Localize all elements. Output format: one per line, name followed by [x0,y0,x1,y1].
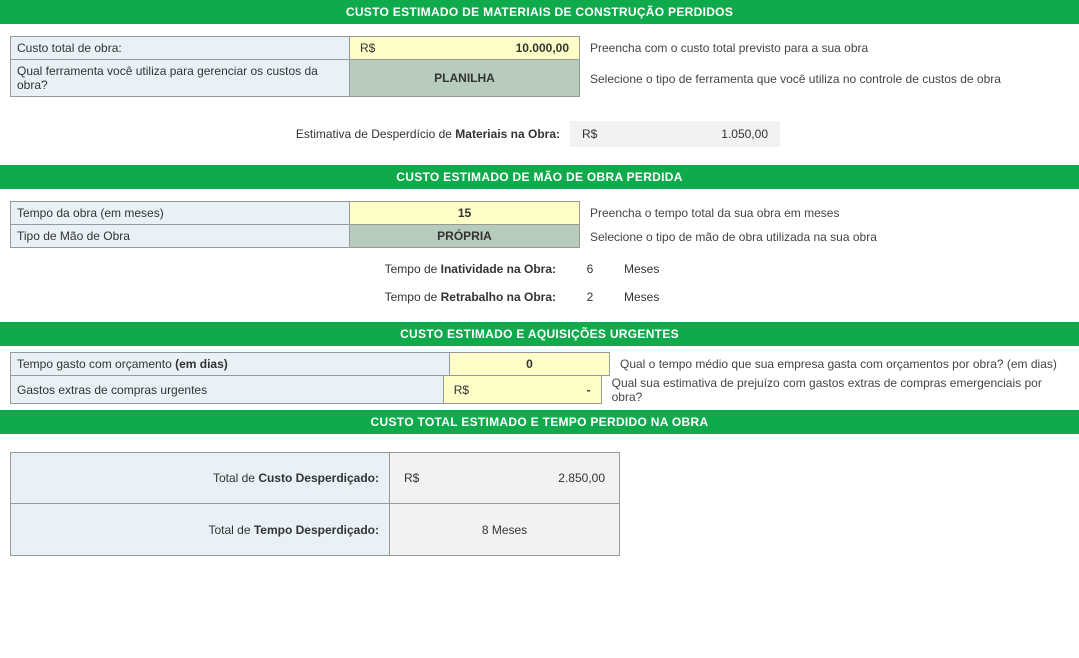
label-ferramenta: Qual ferramenta você utiliza para gerenc… [10,60,350,97]
hint-gastos-extras: Qual sua estimativa de prejuízo com gast… [602,376,1069,404]
label-gastos-extras: Gastos extras de compras urgentes [10,376,444,404]
value-custo-total: 10.000,00 [516,41,569,55]
label-tipo-mao-obra: Tipo de Mão de Obra [10,225,350,248]
value-total-tempo: 8 Meses [390,504,620,556]
label-total-tempo: Total de Tempo Desperdiçado: [10,504,390,556]
hint-tipo-mao-obra: Selecione o tipo de mão de obra utilizad… [580,225,877,248]
row-tipo-mao-obra: Tipo de Mão de Obra PRÓPRIA Selecione o … [10,225,1069,248]
input-custo-total[interactable]: R$ 10.000,00 [350,36,580,60]
row-gastos-extras: Gastos extras de compras urgentes R$ - Q… [10,376,1069,404]
unit-retrabalho: Meses [610,290,659,304]
section-header-urgent: CUSTO ESTIMADO E AQUISIÇÕES URGENTES [0,322,1079,346]
section-header-totals: CUSTO TOTAL ESTIMADO E TEMPO PERDIDO NA … [0,410,1079,434]
hint-tempo-orcamento: Qual o tempo médio que sua empresa gasta… [610,352,1057,376]
label-custo-total: Custo total de obra: [10,36,350,60]
currency-symbol: R$ [454,383,469,397]
section-header-labor: CUSTO ESTIMADO DE MÃO DE OBRA PERDIDA [0,165,1079,189]
hint-tempo-obra: Preencha o tempo total da sua obra em me… [580,201,839,225]
value-retrabalho: 2 [570,290,610,304]
value-gastos-extras: - [587,383,591,397]
select-tipo-mao-obra[interactable]: PRÓPRIA [350,225,580,248]
value-total-custo: R$ 2.850,00 [390,452,620,504]
label-inatividade: Tempo de Inatividade na Obra: [10,262,570,276]
value-inatividade: 6 [570,262,610,276]
section-header-materials: CUSTO ESTIMADO DE MATERIAIS DE CONSTRUÇÃ… [0,0,1079,24]
row-custo-total: Custo total de obra: R$ 10.000,00 Preenc… [10,36,1069,60]
input-tempo-orcamento[interactable]: 0 [450,352,610,376]
hint-custo-total: Preencha com o custo total previsto para… [580,36,868,60]
hint-ferramenta: Selecione o tipo de ferramenta que você … [580,60,1001,97]
row-total-tempo: Total de Tempo Desperdiçado: 8 Meses [10,504,1069,556]
row-total-custo: Total de Custo Desperdiçado: R$ 2.850,00 [10,452,1069,504]
row-tempo-obra: Tempo da obra (em meses) 15 Preencha o t… [10,201,1069,225]
unit-inatividade: Meses [610,262,659,276]
label-total-custo: Total de Custo Desperdiçado: [10,452,390,504]
input-tempo-obra[interactable]: 15 [350,201,580,225]
select-ferramenta[interactable]: PLANILHA [350,60,580,97]
label-tempo-obra: Tempo da obra (em meses) [10,201,350,225]
row-tempo-orcamento: Tempo gasto com orçamento (em dias) 0 Qu… [10,352,1069,376]
row-ferramenta: Qual ferramenta você utiliza para gerenc… [10,60,1069,97]
value-estimativa-materiais: R$ 1.050,00 [570,121,780,147]
label-estimativa-materiais: Estimativa de Desperdício de Materiais n… [10,127,570,141]
label-tempo-orcamento: Tempo gasto com orçamento (em dias) [10,352,450,376]
currency-symbol: R$ [360,41,375,55]
label-retrabalho: Tempo de Retrabalho na Obra: [10,290,570,304]
input-gastos-extras[interactable]: R$ - [444,376,602,404]
